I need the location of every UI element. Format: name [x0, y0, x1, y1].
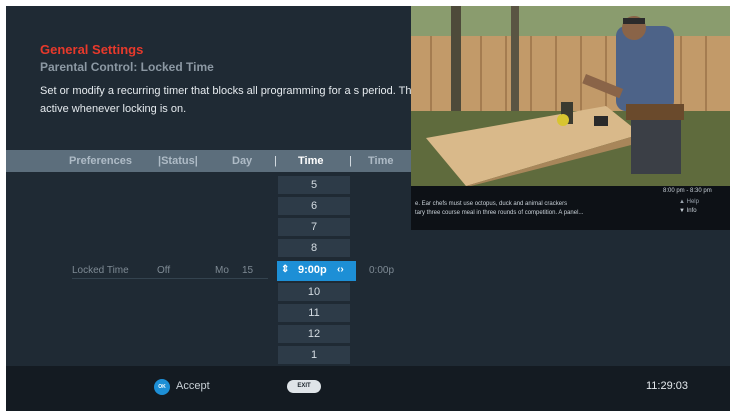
- time-option[interactable]: 1: [278, 346, 350, 364]
- status-value[interactable]: Off: [157, 265, 170, 276]
- day-number[interactable]: 15: [242, 265, 253, 276]
- row-divider: [72, 278, 268, 279]
- time-option[interactable]: 11: [278, 304, 350, 322]
- time-option[interactable]: 12: [278, 325, 350, 343]
- selected-time-value: 9:00p: [298, 264, 327, 276]
- ok-button-icon[interactable]: OK: [154, 379, 170, 395]
- spinner-icon: ⇕: [281, 264, 290, 275]
- column-preferences: Preferences: [69, 155, 132, 167]
- arrow-up-icon[interactable]: ▲ Help: [679, 199, 699, 205]
- arrow-down-label: Info: [686, 208, 697, 214]
- column-status: |Status|: [158, 155, 198, 167]
- clock: 11:29:03: [646, 380, 689, 392]
- exit-button[interactable]: EXIT: [287, 380, 321, 393]
- day-value[interactable]: Mo: [215, 265, 229, 276]
- breadcrumb-subtitle: Parental Control: Locked Time: [40, 60, 214, 74]
- accept-label[interactable]: Accept: [176, 380, 210, 392]
- time-option[interactable]: 5: [278, 176, 350, 194]
- arrow-up-label: Help: [686, 199, 699, 205]
- arrow-down-icon[interactable]: ▼ Info: [679, 208, 697, 214]
- column-separator: |: [274, 155, 277, 167]
- selected-time-field[interactable]: ⇕ 9:00p ‹›: [277, 261, 356, 281]
- time-option[interactable]: 10: [278, 283, 350, 301]
- time-option[interactable]: 8: [278, 239, 350, 257]
- program-time: 8:00 pm - 8:30 pm: [663, 188, 712, 194]
- locked-time-label: Locked Time: [72, 265, 129, 276]
- video-preview-pane: 8:00 pm - 8:30 pm e. Ear chefs must use …: [411, 6, 730, 230]
- column-separator: |: [349, 155, 352, 167]
- breadcrumb-title: General Settings: [40, 42, 144, 57]
- program-description-line-2: tary three course meal in three rounds o…: [415, 210, 584, 216]
- program-description-line-1: e. Ear chefs must use octopus, duck and …: [415, 201, 568, 207]
- chevron-left-right-icon: ‹›: [337, 264, 344, 275]
- column-time-start: Time: [298, 155, 324, 167]
- time-option[interactable]: 6: [278, 197, 350, 215]
- description-text: Set or modify a recurring timer that blo…: [40, 85, 458, 115]
- column-header-bar: Preferences |Status| Day | Time | Time: [6, 150, 411, 172]
- time-option[interactable]: 7: [278, 218, 350, 236]
- tv-settings-screen: General Settings Parental Control: Locke…: [6, 6, 730, 411]
- column-time-end: Time: [368, 155, 394, 167]
- end-time-value[interactable]: 0:00p: [369, 265, 394, 276]
- column-day: Day: [232, 155, 253, 167]
- video-thumbnail: [411, 6, 730, 186]
- footer-bar: OK Accept EXIT 11:29:03: [6, 366, 730, 411]
